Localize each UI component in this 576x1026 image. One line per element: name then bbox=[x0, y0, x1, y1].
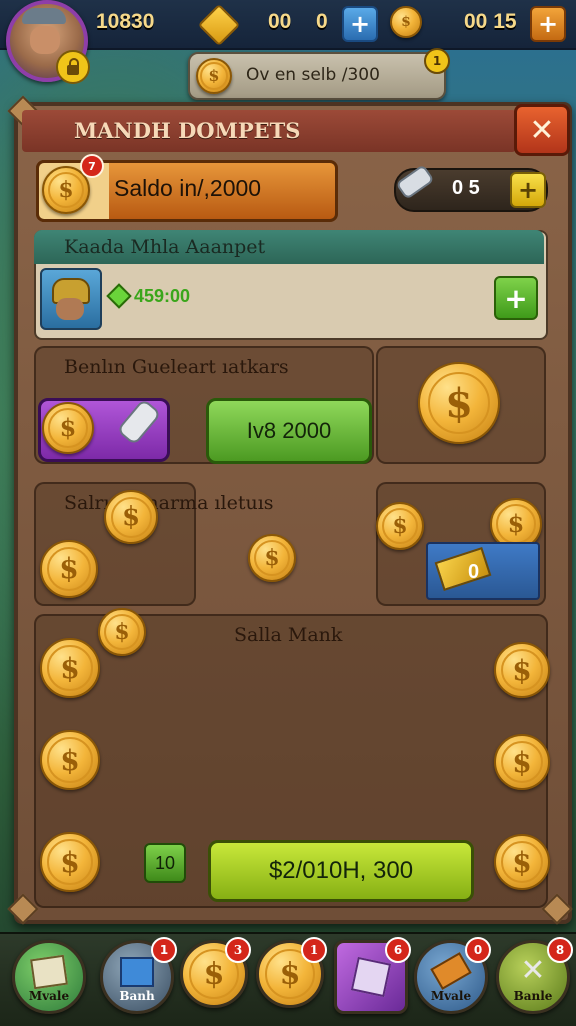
resource-1-count: 10830 bbox=[96, 10, 155, 33]
avatar-face bbox=[30, 26, 60, 54]
resource-2b-count: 0 bbox=[316, 10, 328, 33]
nav-badge: 6 bbox=[385, 937, 411, 963]
info-banner[interactable]: $ Ov en selb /300 bbox=[188, 52, 446, 100]
offer-add-button[interactable]: + bbox=[494, 276, 538, 320]
saldo-label: Saldo in/,2000 bbox=[114, 175, 262, 201]
ticket-count: 0 5 bbox=[452, 177, 480, 199]
saldo-badge: 7 bbox=[80, 154, 104, 178]
coin-icon: $ bbox=[40, 730, 100, 790]
nav-coin-button[interactable]: $ 1 bbox=[256, 937, 327, 1008]
coin-icon: $ bbox=[494, 642, 550, 698]
nav-badge: 3 bbox=[225, 937, 251, 963]
map-icon bbox=[30, 954, 68, 990]
coin-icon: $ bbox=[98, 608, 146, 656]
info-banner-text: Ov en selb /300 bbox=[246, 65, 380, 85]
nav-badge: 8 bbox=[547, 937, 573, 963]
buy-button[interactable]: Iv8 2000 bbox=[206, 398, 372, 464]
item-icon bbox=[430, 952, 472, 990]
coin-icon: $ bbox=[494, 734, 550, 790]
collect-button[interactable]: $2/010H, 300 bbox=[208, 840, 474, 902]
coin-icon: $ bbox=[42, 402, 94, 454]
nav-shop-button[interactable]: 6 bbox=[334, 937, 411, 1014]
coin-icon: $ bbox=[376, 502, 424, 550]
chest-value: 0 bbox=[468, 561, 480, 583]
avatar-cap bbox=[22, 8, 66, 24]
coin-icon: $ bbox=[40, 540, 98, 598]
bank-section-title: Salla Mank bbox=[234, 624, 343, 646]
offer-value: 459:00 bbox=[134, 286, 191, 306]
coin-icon: $ bbox=[40, 832, 100, 892]
nav-coin-button[interactable]: $ 3 bbox=[180, 937, 251, 1008]
nav-label: Mvale bbox=[28, 989, 70, 1003]
panel-title: MANDH DOMPETS bbox=[74, 118, 301, 143]
bonus-section-title: Benlın Gueleart ıatkars bbox=[64, 356, 289, 378]
resource-3-count: 00 15 bbox=[464, 10, 517, 33]
resource-2-count: 00 bbox=[268, 10, 292, 33]
nav-label: Banle bbox=[513, 989, 553, 1003]
nav-inventory-button[interactable]: Mvale 0 bbox=[414, 937, 491, 1014]
nav-map-button[interactable]: Mvale bbox=[12, 940, 86, 1014]
big-coin-icon: $ bbox=[418, 362, 500, 444]
nav-badge: 0 bbox=[465, 937, 491, 963]
gift-box-icon bbox=[350, 956, 392, 998]
coin-icon: $ bbox=[196, 58, 232, 94]
lock-badge-icon bbox=[56, 50, 90, 84]
nav-label: Banh bbox=[119, 989, 155, 1003]
nav-label: Mvale bbox=[430, 989, 472, 1003]
add-resource-2-button[interactable]: + bbox=[342, 6, 378, 42]
add-resource-3-button[interactable]: + bbox=[530, 6, 566, 42]
gold-chest-icon[interactable] bbox=[426, 542, 540, 600]
coin-icon: $ bbox=[40, 638, 100, 698]
nav-bank-button[interactable]: Banh 1 bbox=[100, 937, 177, 1014]
coin-icon: $ bbox=[494, 834, 550, 890]
nav-badge: 1 bbox=[301, 937, 327, 963]
offer-title: Kaada Mhla Aaanpet bbox=[64, 236, 266, 258]
coin-icon: $ bbox=[104, 490, 158, 544]
character-thumbnail[interactable] bbox=[40, 268, 102, 330]
manana-section-title: Salrı Manarma ıletuıs bbox=[64, 492, 274, 514]
nav-badge: 1 bbox=[151, 937, 177, 963]
close-button[interactable]: ✕ bbox=[514, 104, 570, 156]
coin-icon: $ bbox=[390, 6, 422, 38]
crossed-swords-icon: ✕ bbox=[520, 952, 546, 988]
add-ticket-button[interactable]: + bbox=[510, 172, 546, 208]
nav-battle-button[interactable]: ✕ Banle 8 bbox=[496, 937, 573, 1014]
info-banner-badge: 1 bbox=[424, 48, 450, 74]
quantity-button[interactable]: 10 bbox=[144, 843, 186, 883]
bank-box-icon bbox=[120, 957, 154, 987]
coin-icon: $ bbox=[248, 534, 296, 582]
